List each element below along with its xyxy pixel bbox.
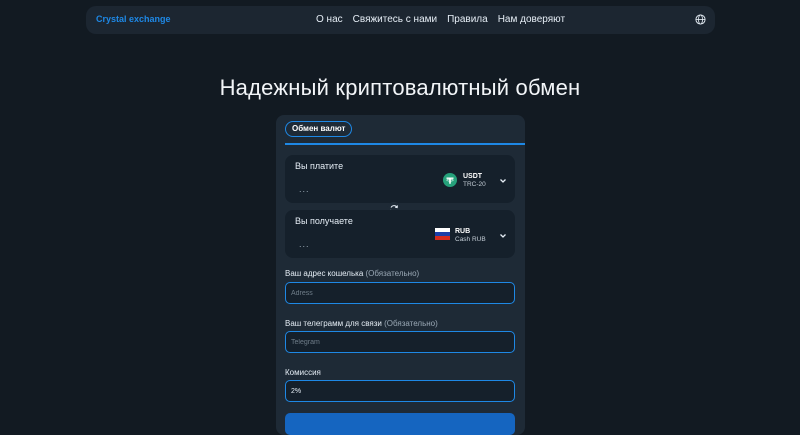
globe-icon[interactable] bbox=[695, 14, 706, 25]
wallet-address-label: Ваш адрес кошелька (Обязательно) bbox=[285, 269, 419, 278]
receive-amount-input[interactable]: ... bbox=[299, 239, 310, 249]
receive-box: Вы получаете ... RUB Cash RUB bbox=[285, 210, 515, 258]
pay-currency-code[interactable]: USDT bbox=[463, 173, 482, 180]
commission-label: Комиссия bbox=[285, 368, 321, 377]
telegram-label-text: Ваш телеграмм для связи bbox=[285, 319, 382, 328]
receive-currency-network: Cash RUB bbox=[455, 236, 486, 243]
russia-flag-icon bbox=[435, 228, 450, 240]
wallet-address-input[interactable] bbox=[285, 282, 515, 304]
receive-currency-code[interactable]: RUB bbox=[455, 228, 470, 235]
wallet-address-label-text: Ваш адрес кошелька bbox=[285, 269, 364, 278]
commission-field[interactable] bbox=[285, 380, 515, 402]
pay-label: Вы платите bbox=[295, 161, 344, 171]
telegram-label: Ваш телеграмм для связи (Обязательно) bbox=[285, 319, 438, 328]
exchange-card: Обмен валют Вы платите ... USDT TRC-20 В… bbox=[276, 115, 525, 435]
pay-currency-network: TRC-20 bbox=[463, 181, 486, 188]
telegram-required-hint: (Обязательно) bbox=[384, 319, 438, 328]
tab-underline bbox=[285, 143, 525, 145]
nav-link-rules[interactable]: Правила bbox=[447, 14, 488, 25]
pay-box: Вы платите ... USDT TRC-20 bbox=[285, 155, 515, 203]
wallet-address-required-hint: (Обязательно) bbox=[365, 269, 420, 278]
nav-links: О нас Свяжитесь с нами Правила Нам довер… bbox=[316, 14, 565, 25]
telegram-input[interactable] bbox=[285, 331, 515, 353]
nav-link-about[interactable]: О нас bbox=[316, 14, 343, 25]
brand-logo-text[interactable]: Crystal exchange bbox=[96, 14, 171, 24]
nav-link-contact[interactable]: Свяжитесь с нами bbox=[353, 14, 437, 25]
tab-currency-exchange[interactable]: Обмен валют bbox=[285, 121, 353, 137]
receive-label: Вы получаете bbox=[295, 216, 353, 226]
pay-amount-input[interactable]: ... bbox=[299, 184, 310, 194]
tether-icon bbox=[443, 173, 457, 187]
submit-button[interactable] bbox=[285, 413, 515, 435]
chevron-down-icon[interactable] bbox=[499, 232, 507, 240]
nav-link-trust[interactable]: Нам доверяют bbox=[498, 14, 565, 25]
page-title: Надежный криптовалютный обмен bbox=[219, 75, 581, 100]
top-navbar: Crystal exchange О нас Свяжитесь с нами … bbox=[86, 6, 715, 34]
chevron-down-icon[interactable] bbox=[499, 177, 507, 185]
